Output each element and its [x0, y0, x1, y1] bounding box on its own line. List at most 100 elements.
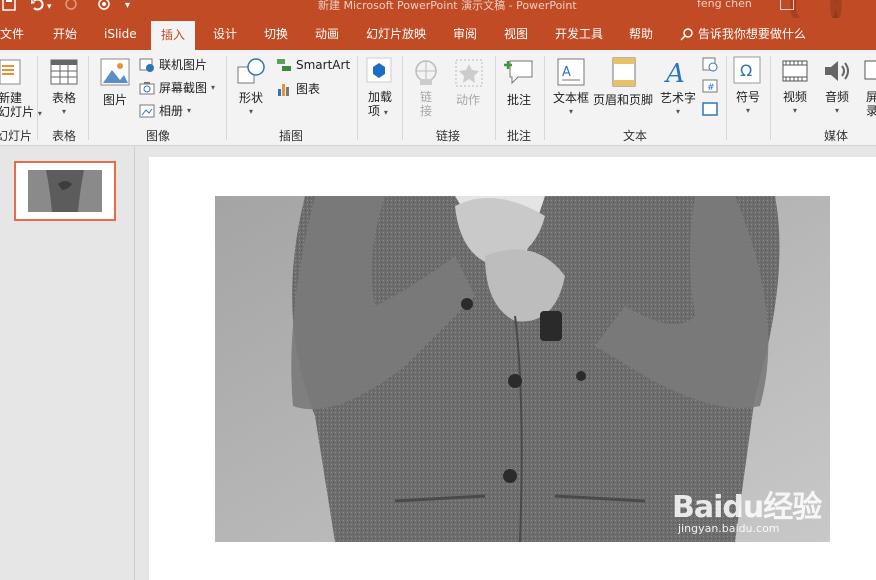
ribbon-tabs: 文件 开始 iSlide 插入 设计 切换 动画 幻灯片放映 审阅 视图 开发工… [0, 18, 876, 50]
undo-dropdown-icon[interactable]: ▾ [47, 2, 52, 12]
shapes-icon [236, 57, 268, 90]
textbox-label: 文本框 [553, 91, 590, 105]
tab-design[interactable]: 设计 [213, 18, 237, 50]
svg-text:A: A [562, 65, 571, 80]
link-button[interactable]: 链 接 [420, 90, 432, 118]
textbox-button[interactable]: 文本框 ▾ [553, 91, 589, 119]
comment-button[interactable]: 批注 [507, 91, 531, 108]
addins-button[interactable]: 加载 项 ▾ [368, 90, 392, 120]
tab-view[interactable]: 视图 [504, 18, 528, 50]
title-bar: ▾ ▾ 新建 Microsoft PowerPoint 演示文稿 - Power… [0, 0, 876, 18]
group-separator [770, 56, 771, 140]
save-icon[interactable] [2, 0, 16, 15]
user-name[interactable]: feng chen [697, 0, 752, 10]
wordart-button[interactable]: 艺术字 ▾ [660, 91, 696, 119]
audio-button[interactable]: 音频 ▾ [825, 90, 849, 118]
slide-thumbnail[interactable] [14, 161, 116, 221]
group-label-text: 文本 [623, 129, 648, 143]
online-picture-label: 联机图片 [159, 58, 208, 72]
smartart-icon [277, 59, 291, 71]
ribbon-display-icon[interactable] [780, 0, 794, 10]
link-label-1: 链 [420, 90, 433, 104]
symbol-button[interactable]: 符号 ▾ [736, 90, 760, 118]
group-label-media: 媒体 [824, 129, 849, 143]
addins-label-2: 项 ▾ [368, 104, 388, 118]
watermark-url: jingyan.baidu.com [678, 522, 780, 535]
tab-insert[interactable]: 插入 [151, 21, 196, 50]
tab-help[interactable]: 帮助 [629, 18, 653, 50]
online-picture-button[interactable]: 联机图片 [139, 56, 207, 73]
header-footer-button[interactable]: 页眉和页脚 [593, 91, 653, 108]
online-picture-icon [139, 58, 154, 72]
table-label: 表格 [52, 91, 77, 105]
addins-label-1: 加载 [368, 90, 393, 104]
tab-file[interactable]: 文件 [0, 18, 24, 50]
tab-animations[interactable]: 动画 [315, 18, 339, 50]
audio-label: 音频 [825, 90, 850, 104]
textbox-icon: A [557, 58, 585, 89]
redo-icon[interactable] [64, 0, 78, 15]
addins-icon [366, 57, 392, 86]
new-slide-label-2: 幻灯片 ▾ [0, 105, 42, 119]
video-label: 视频 [783, 90, 808, 104]
tab-home[interactable]: 开始 [53, 18, 77, 50]
group-separator [357, 56, 358, 140]
picture-button[interactable]: 图片 [103, 91, 127, 108]
window-title: 新建 Microsoft PowerPoint 演示文稿 - PowerPoin… [318, 0, 577, 12]
tell-me-text: 告诉我你想要做什么 [697, 27, 806, 41]
tab-transitions[interactable]: 切换 [264, 18, 288, 50]
picture-icon [100, 58, 130, 89]
customize-icon[interactable]: ▾ [125, 0, 130, 11]
screen-recording-button[interactable]: 屏 录 [866, 90, 876, 118]
undo-icon[interactable] [30, 0, 46, 15]
slide-number-icon[interactable]: # [702, 78, 718, 97]
screen-recording-icon [864, 58, 876, 87]
link-icon [412, 59, 440, 90]
table-button[interactable]: 表格 ▾ [52, 91, 76, 119]
album-icon [139, 104, 155, 117]
search-icon [680, 27, 693, 41]
smartart-button[interactable]: SmartArt [276, 57, 350, 73]
present-icon[interactable] [96, 0, 112, 15]
group-label-slides: 幻灯片 [0, 129, 33, 143]
svg-text:A: A [664, 59, 685, 86]
album-button[interactable]: 相册 ▾ [139, 102, 191, 119]
chart-button[interactable]: 图表 [276, 80, 320, 97]
watermark-brand: Baidu经验 [672, 490, 822, 525]
shapes-label: 形状 [239, 91, 264, 105]
group-separator [726, 56, 727, 140]
album-label: 相册 [159, 104, 184, 118]
ribbon-insert: 新建 幻灯片 ▾ 幻灯片 表格 ▾ 表格 图片 联机图片 屏幕截图 ▾ 相册 ▾… [0, 50, 876, 146]
group-separator [544, 56, 545, 140]
shapes-button[interactable]: 形状 ▾ [239, 91, 263, 119]
table-icon [50, 59, 78, 88]
baidu-watermark: Baidu经验 jingyan.baidu.com [672, 482, 822, 535]
date-time-icon[interactable] [702, 56, 718, 75]
pane-divider[interactable] [134, 146, 135, 580]
tab-developer[interactable]: 开发工具 [555, 18, 603, 50]
audio-icon [823, 58, 851, 87]
link-label-2: 接 [420, 104, 433, 118]
wordart-icon: A [664, 58, 690, 89]
smartart-label: SmartArt [296, 58, 351, 72]
tab-review[interactable]: 审阅 [453, 18, 477, 50]
action-button[interactable]: 动作 [456, 91, 480, 108]
comment-icon [504, 57, 534, 88]
slide-thumbnail-image [28, 170, 102, 212]
group-label-illustrations: 插图 [279, 129, 304, 143]
chevron-down-icon: ▾ [187, 106, 192, 115]
screenshot-button[interactable]: 屏幕截图 ▾ [139, 79, 215, 96]
action-icon [455, 59, 483, 90]
screenshot-label: 屏幕截图 [159, 81, 208, 95]
new-slide-button[interactable]: 新建 幻灯片 ▾ [0, 91, 42, 121]
tab-islide[interactable]: iSlide [104, 18, 137, 50]
video-button[interactable]: 视频 ▾ [783, 90, 807, 118]
group-separator [495, 56, 496, 140]
group-label-tables: 表格 [52, 129, 77, 143]
screenshot-icon [139, 81, 155, 94]
video-icon [782, 58, 808, 87]
tell-me-box[interactable]: 告诉我你想要做什么 [680, 18, 806, 50]
object-icon[interactable] [702, 101, 718, 120]
tab-slideshow[interactable]: 幻灯片放映 [366, 18, 426, 50]
symbol-icon: Ω [733, 56, 761, 87]
